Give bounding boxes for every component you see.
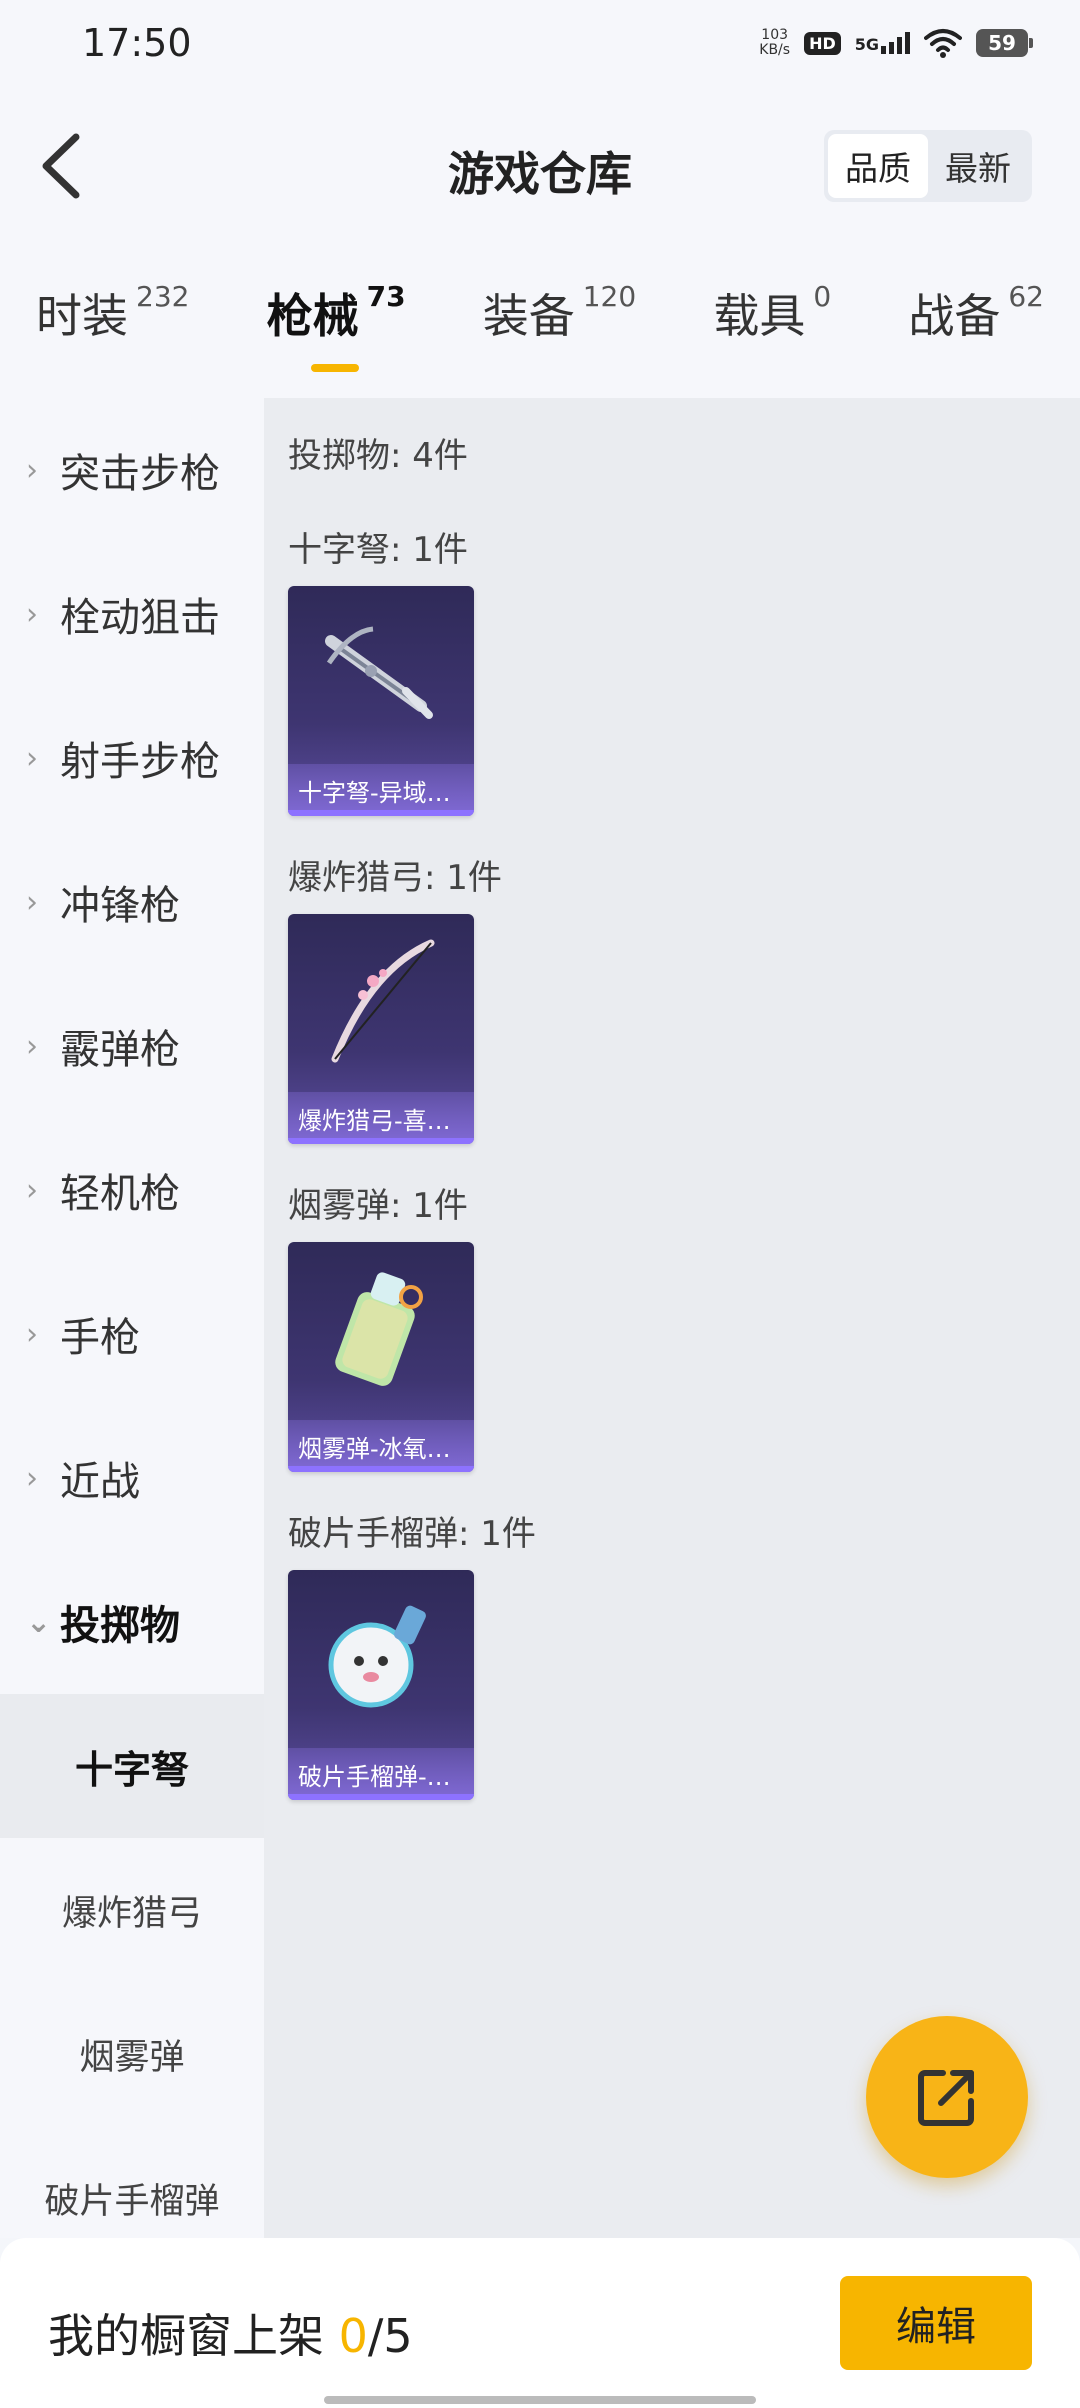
total-count: 投掷物: 4件	[288, 436, 468, 476]
net-speed-value: 103	[761, 27, 789, 43]
sidebar-subitem-crossbow[interactable]: 十字弩	[0, 1694, 264, 1838]
showcase-status: 我的橱窗上架 0/5	[48, 2300, 413, 2366]
tab-equipment[interactable]: 装备 120	[483, 280, 636, 364]
tab-count: 62	[1008, 280, 1044, 313]
sidebar-item-label: 近战	[60, 1459, 140, 1505]
sidebar-item-label: 轻机枪	[60, 1171, 180, 1217]
chevron-right-icon: ›	[26, 1172, 38, 1208]
chevron-right-icon: ›	[26, 1028, 38, 1064]
tab-label: 战备	[908, 289, 1001, 343]
chevron-right-icon: ›	[26, 1460, 38, 1496]
tab-fashion[interactable]: 时装 232	[36, 280, 189, 364]
active-tab-indicator	[310, 364, 359, 372]
sidebar-item-marksman-rifle[interactable]: › 射手步枪	[0, 686, 264, 830]
tab-label: 载具	[713, 289, 806, 343]
rarity-bar	[288, 1138, 474, 1144]
showcase-total: /5	[367, 2309, 413, 2363]
item-list: 投掷物: 4件 十字弩: 1件 十字弩-异域… 爆炸猎弓: 1件 爆炸猎弓-喜……	[264, 398, 1080, 2238]
chevron-down-icon: ⌄	[26, 1604, 52, 1640]
sidebar-item-assault-rifle[interactable]: › 突击步枪	[0, 398, 264, 542]
bottom-bar: 我的橱窗上架 0/5 编辑	[0, 2238, 1080, 2408]
chevron-right-icon: ›	[26, 884, 38, 920]
net-speed-unit: KB/s	[759, 42, 791, 58]
bow-image	[288, 914, 474, 1084]
item-card-crossbow[interactable]: 十字弩-异域…	[288, 586, 474, 816]
sort-latest-button[interactable]: 最新	[928, 134, 1028, 198]
weapon-category-sidebar: › 突击步枪 › 栓动狙击 › 射手步枪 › 冲锋枪 › 霰弹枪 › 轻机枪 ›…	[0, 398, 264, 2238]
network-type: 5G	[854, 35, 879, 54]
group-label-frag-grenade: 破片手榴弹: 1件	[288, 1514, 536, 1554]
sidebar-item-smg[interactable]: › 冲锋枪	[0, 830, 264, 974]
sidebar-item-label: 投掷物	[60, 1603, 180, 1649]
tab-vehicles[interactable]: 载具 0	[713, 280, 831, 364]
item-name: 烟雾弹-冰氧…	[288, 1420, 474, 1472]
tab-count: 232	[136, 280, 190, 313]
status-time: 17:50	[82, 21, 192, 65]
signal-icon: 5G	[855, 32, 910, 54]
share-export-icon	[918, 2070, 974, 2126]
item-name: 破片手榴弹-…	[288, 1748, 474, 1800]
tab-firearms[interactable]: 枪械 73	[266, 280, 406, 372]
tab-label: 枪械	[266, 289, 359, 343]
status-icons: 103 KB/s HD 5G 59	[759, 28, 1033, 58]
sidebar-item-label: 射手步枪	[60, 739, 220, 785]
rarity-bar	[288, 810, 474, 816]
home-indicator[interactable]	[324, 2396, 756, 2404]
sidebar-item-label: 栓动狙击	[60, 595, 220, 641]
tab-label: 时装	[36, 289, 128, 343]
edit-button[interactable]: 编辑	[840, 2276, 1032, 2370]
frag-grenade-image	[288, 1570, 474, 1740]
tab-battle-gear[interactable]: 战备 62	[908, 280, 1044, 364]
header: 游戏仓库 品质 最新	[0, 86, 1080, 246]
chevron-right-icon: ›	[26, 1316, 38, 1352]
tab-count: 120	[582, 280, 637, 313]
chevron-right-icon: ›	[26, 596, 38, 632]
sidebar-item-lmg[interactable]: › 轻机枪	[0, 1118, 264, 1262]
showcase-label: 我的橱窗上架	[48, 2309, 339, 2363]
crossbow-image	[288, 586, 474, 756]
sidebar-item-shotgun[interactable]: › 霰弹枪	[0, 974, 264, 1118]
chevron-right-icon: ›	[26, 740, 38, 776]
smoke-grenade-image	[288, 1242, 474, 1412]
tab-count: 73	[366, 280, 406, 313]
rarity-bar	[288, 1794, 474, 1800]
category-tabs: 时装 232 枪械 73 装备 120 载具 0 战备 62	[0, 246, 1080, 398]
sidebar-item-bolt-sniper[interactable]: › 栓动狙击	[0, 542, 264, 686]
sidebar-item-label: 冲锋枪	[60, 883, 180, 929]
sidebar-subitem-smoke-grenade[interactable]: 烟雾弹	[0, 1982, 264, 2126]
item-card-explosive-bow[interactable]: 爆炸猎弓-喜…	[288, 914, 474, 1144]
tab-label: 装备	[482, 289, 575, 343]
sidebar-subitem-explosive-bow[interactable]: 爆炸猎弓	[0, 1838, 264, 1982]
group-label-crossbow: 十字弩: 1件	[288, 530, 468, 570]
rarity-bar	[288, 1466, 474, 1472]
sidebar-item-pistol[interactable]: › 手枪	[0, 1262, 264, 1406]
wifi-icon	[924, 29, 962, 58]
tab-count: 0	[813, 280, 832, 313]
sidebar-item-melee[interactable]: › 近战	[0, 1406, 264, 1550]
item-card-frag-grenade[interactable]: 破片手榴弹-…	[288, 1570, 474, 1800]
item-name: 十字弩-异域…	[288, 764, 474, 816]
item-name: 爆炸猎弓-喜…	[288, 1092, 474, 1144]
battery-level: 59	[988, 31, 1016, 55]
sort-quality-button[interactable]: 品质	[828, 134, 928, 198]
status-bar: 17:50 103 KB/s HD 5G 59	[0, 0, 1080, 86]
sort-toggle: 品质 最新	[824, 130, 1032, 202]
group-label-explosive-bow: 爆炸猎弓: 1件	[288, 858, 502, 898]
item-card-smoke-grenade[interactable]: 烟雾弹-冰氧…	[288, 1242, 474, 1472]
net-speed: 103 KB/s	[759, 28, 790, 58]
share-button[interactable]	[866, 2016, 1028, 2178]
battery-icon: 59	[976, 29, 1033, 57]
chevron-right-icon: ›	[26, 452, 38, 488]
hd-badge: HD	[804, 31, 841, 55]
group-label-smoke-grenade: 烟雾弹: 1件	[288, 1186, 468, 1226]
sidebar-item-throwables[interactable]: ⌄ 投掷物	[0, 1550, 264, 1694]
sidebar-item-label: 突击步枪	[60, 451, 220, 497]
sidebar-item-label: 手枪	[60, 1315, 140, 1361]
showcase-current: 0	[338, 2309, 368, 2363]
sidebar-item-label: 霰弹枪	[60, 1027, 180, 1073]
